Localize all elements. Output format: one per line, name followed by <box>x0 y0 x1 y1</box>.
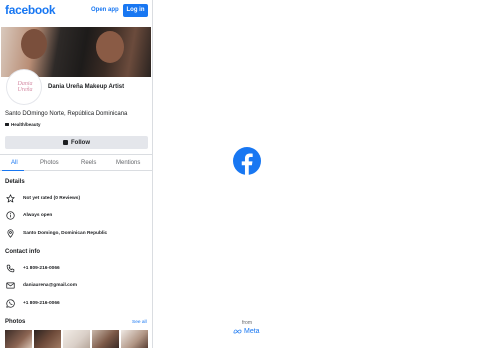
rating-text: Not yet rated (0 Reviews) <box>23 195 81 201</box>
photos-heading: Photos <box>5 319 26 325</box>
login-button[interactable]: Log in <box>123 4 148 17</box>
phone-icon <box>6 264 15 272</box>
page-category: Health/beauty <box>5 122 41 127</box>
whatsapp-text[interactable]: +1 809-216-0066 <box>23 301 60 306</box>
tab-all[interactable]: All <box>11 160 18 166</box>
details-heading: Details <box>5 179 25 185</box>
location-pin-icon <box>7 228 14 238</box>
tab-photos[interactable]: Photos <box>40 160 59 166</box>
page: facebook Open app Log in Dania Ureña Dan… <box>0 0 500 348</box>
info-icon <box>6 210 15 220</box>
facebook-logo[interactable]: facebook <box>5 3 56 17</box>
tab-reels[interactable]: Reels <box>81 160 96 166</box>
photo-thumbnail[interactable] <box>5 330 32 348</box>
address-text[interactable]: Santo Domingo, Dominican Republic <box>23 231 107 236</box>
photo-thumbnail[interactable] <box>34 330 61 348</box>
photo-thumbnail[interactable] <box>121 330 148 348</box>
meta-label: Meta <box>244 328 260 335</box>
page-title: Dania Ureña Makeup Artist <box>48 84 125 90</box>
follow-button[interactable]: Follow <box>5 136 148 149</box>
top-bar: facebook Open app Log in <box>0 0 152 22</box>
meta-brand: Meta <box>233 328 260 335</box>
profile-tabs: All Photos Reels Mentions <box>0 154 152 171</box>
avatar-monogram: Dania Ureña <box>17 81 33 93</box>
profile-panel: facebook Open app Log in Dania Ureña Dan… <box>0 0 153 348</box>
follow-label: Follow <box>71 139 90 146</box>
meta-logo-icon <box>233 329 242 334</box>
open-app-link[interactable]: Open app <box>91 7 119 13</box>
star-icon <box>6 193 15 202</box>
whatsapp-icon <box>6 298 15 308</box>
splash-panel: from Meta <box>153 0 500 348</box>
rating-row: Not yet rated (0 Reviews) <box>6 193 80 203</box>
tab-mentions[interactable]: Mentions <box>116 160 140 166</box>
photo-strip <box>5 330 148 348</box>
from-label: from <box>242 320 252 326</box>
whatsapp-row: +1 809-216-0066 <box>6 298 60 308</box>
phone-row: +1 809-216-0066 <box>6 263 60 273</box>
avatar[interactable]: Dania Ureña <box>7 70 41 104</box>
contact-heading: Contact info <box>5 249 40 255</box>
follow-icon <box>63 140 68 145</box>
envelope-icon <box>6 282 15 288</box>
email-row: daniaurena@gmail.com <box>6 280 77 290</box>
address-row: Santo Domingo, Dominican Republic <box>6 228 107 238</box>
photo-thumbnail[interactable] <box>92 330 119 348</box>
active-tab-indicator <box>2 169 24 171</box>
briefcase-icon <box>5 123 9 126</box>
hours-row: Always open <box>6 210 52 220</box>
page-location: Santo DOmingo Norte, República Dominican… <box>5 111 128 117</box>
facebook-icon <box>233 147 261 175</box>
category-label: Health/beauty <box>11 122 41 127</box>
photo-thumbnail[interactable] <box>63 330 90 348</box>
phone-text[interactable]: +1 809-216-0066 <box>23 266 60 271</box>
hours-text: Always open <box>23 212 53 218</box>
email-text[interactable]: daniaurena@gmail.com <box>23 283 77 288</box>
see-all-photos-link[interactable]: See all <box>132 320 147 325</box>
